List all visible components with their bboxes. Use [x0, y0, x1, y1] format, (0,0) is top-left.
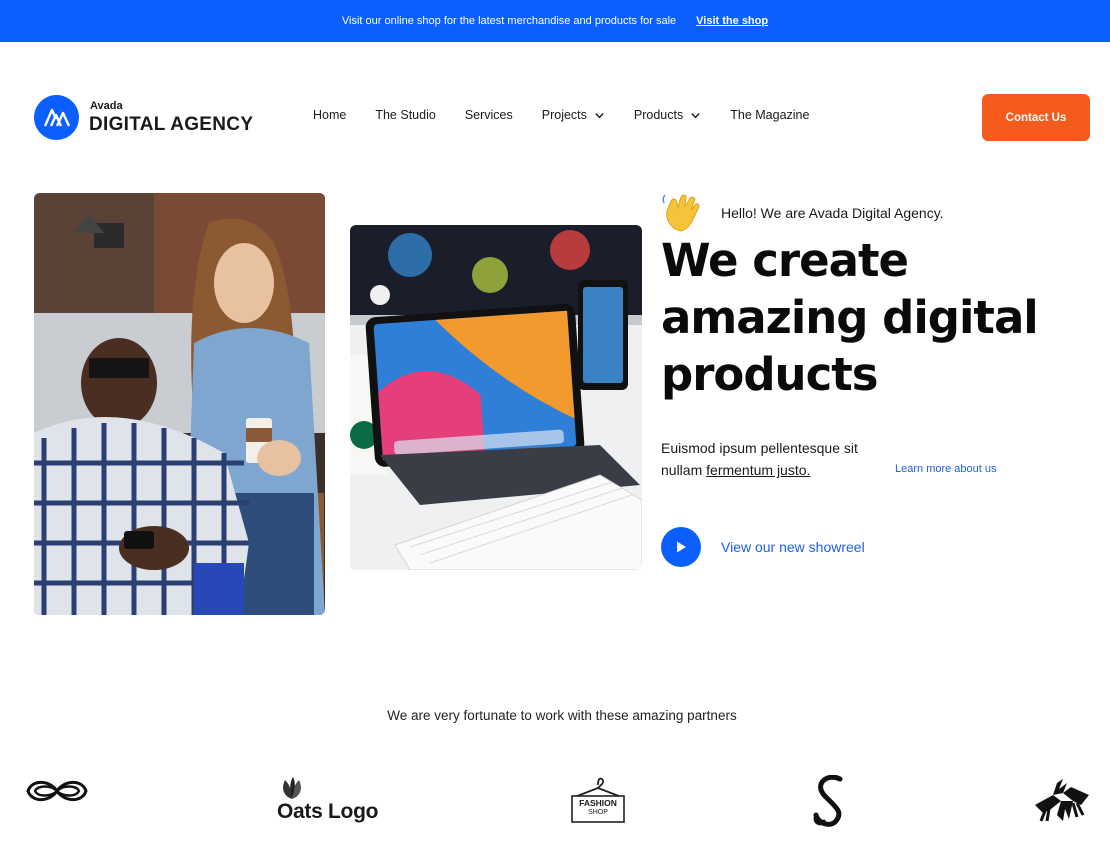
waving-hand-icon: [662, 194, 700, 232]
hero-greeting: Hello! We are Avada Digital Agency.: [661, 193, 944, 233]
play-icon: [661, 527, 701, 567]
partners-title: We are very fortunate to work with these…: [387, 708, 737, 723]
nav-label: Home: [313, 108, 347, 122]
brand-logo[interactable]: Avada DIGITAL AGENCY: [34, 95, 253, 140]
fashion-logo-line2: SHOP: [588, 809, 608, 816]
hero-photo-devices: [350, 225, 642, 570]
main-nav: Home The Studio Services Projects Produc…: [313, 108, 809, 122]
nav-label: Projects: [541, 108, 587, 122]
nav-item-services[interactable]: Services: [465, 108, 513, 122]
showreel-button[interactable]: View our new showreel: [661, 527, 865, 567]
showreel-label: View our new showreel: [721, 539, 865, 555]
partner-logo-oats: Oats Logo: [277, 776, 378, 824]
chevron-down-icon: [691, 112, 700, 118]
banner-text: Visit our online shop for the latest mer…: [341, 15, 677, 27]
headline-line: We create: [661, 234, 909, 287]
partner-logo-hands: [1033, 775, 1091, 829]
nav-label: Products: [633, 108, 684, 122]
oats-logo-text: Oats Logo: [277, 800, 379, 823]
nav-item-magazine[interactable]: The Magazine: [730, 108, 809, 122]
headline-line: amazing digital: [661, 291, 1039, 344]
nav-label: Services: [464, 108, 513, 122]
headline-line: products: [661, 348, 879, 401]
top-banner: Visit our online shop for the latest mer…: [0, 0, 1110, 42]
partner-logo-fashion-shop: FASHION SHOP: [570, 776, 626, 826]
hero-photo-team: [34, 193, 325, 615]
nav-label: The Magazine: [730, 108, 810, 122]
nav-item-home[interactable]: Home: [313, 108, 346, 122]
brand-mark-icon: [34, 95, 79, 140]
nav-item-studio[interactable]: The Studio: [375, 108, 435, 122]
contact-us-button[interactable]: Contact Us: [982, 94, 1090, 141]
learn-more-link[interactable]: Learn more about us: [895, 463, 997, 475]
chevron-down-icon: [595, 112, 604, 118]
site-header: Avada DIGITAL AGENCY Home The Studio Ser…: [0, 42, 1110, 192]
hello-text: Hello! We are Avada Digital Agency.: [721, 205, 944, 221]
fermentum-link[interactable]: fermentum justo.: [706, 462, 810, 478]
oats-leaf-icon: [283, 777, 301, 799]
partner-logo-infinity: [24, 775, 90, 811]
hero-headline: We create amazing digital products: [661, 232, 1101, 403]
partner-logo-s: [810, 774, 850, 831]
nav-item-projects[interactable]: Projects: [542, 108, 605, 122]
nav-label: The Studio: [375, 108, 436, 122]
visit-shop-link[interactable]: Visit the shop: [696, 15, 768, 27]
brand-name: DIGITAL AGENCY: [89, 114, 254, 135]
fashion-logo-line1: FASHION: [579, 798, 617, 808]
nav-item-products[interactable]: Products: [634, 108, 701, 122]
hero-description: Euismod ipsum pellentesque sit nullam fe…: [661, 437, 891, 481]
brand-small-text: Avada: [90, 100, 123, 112]
